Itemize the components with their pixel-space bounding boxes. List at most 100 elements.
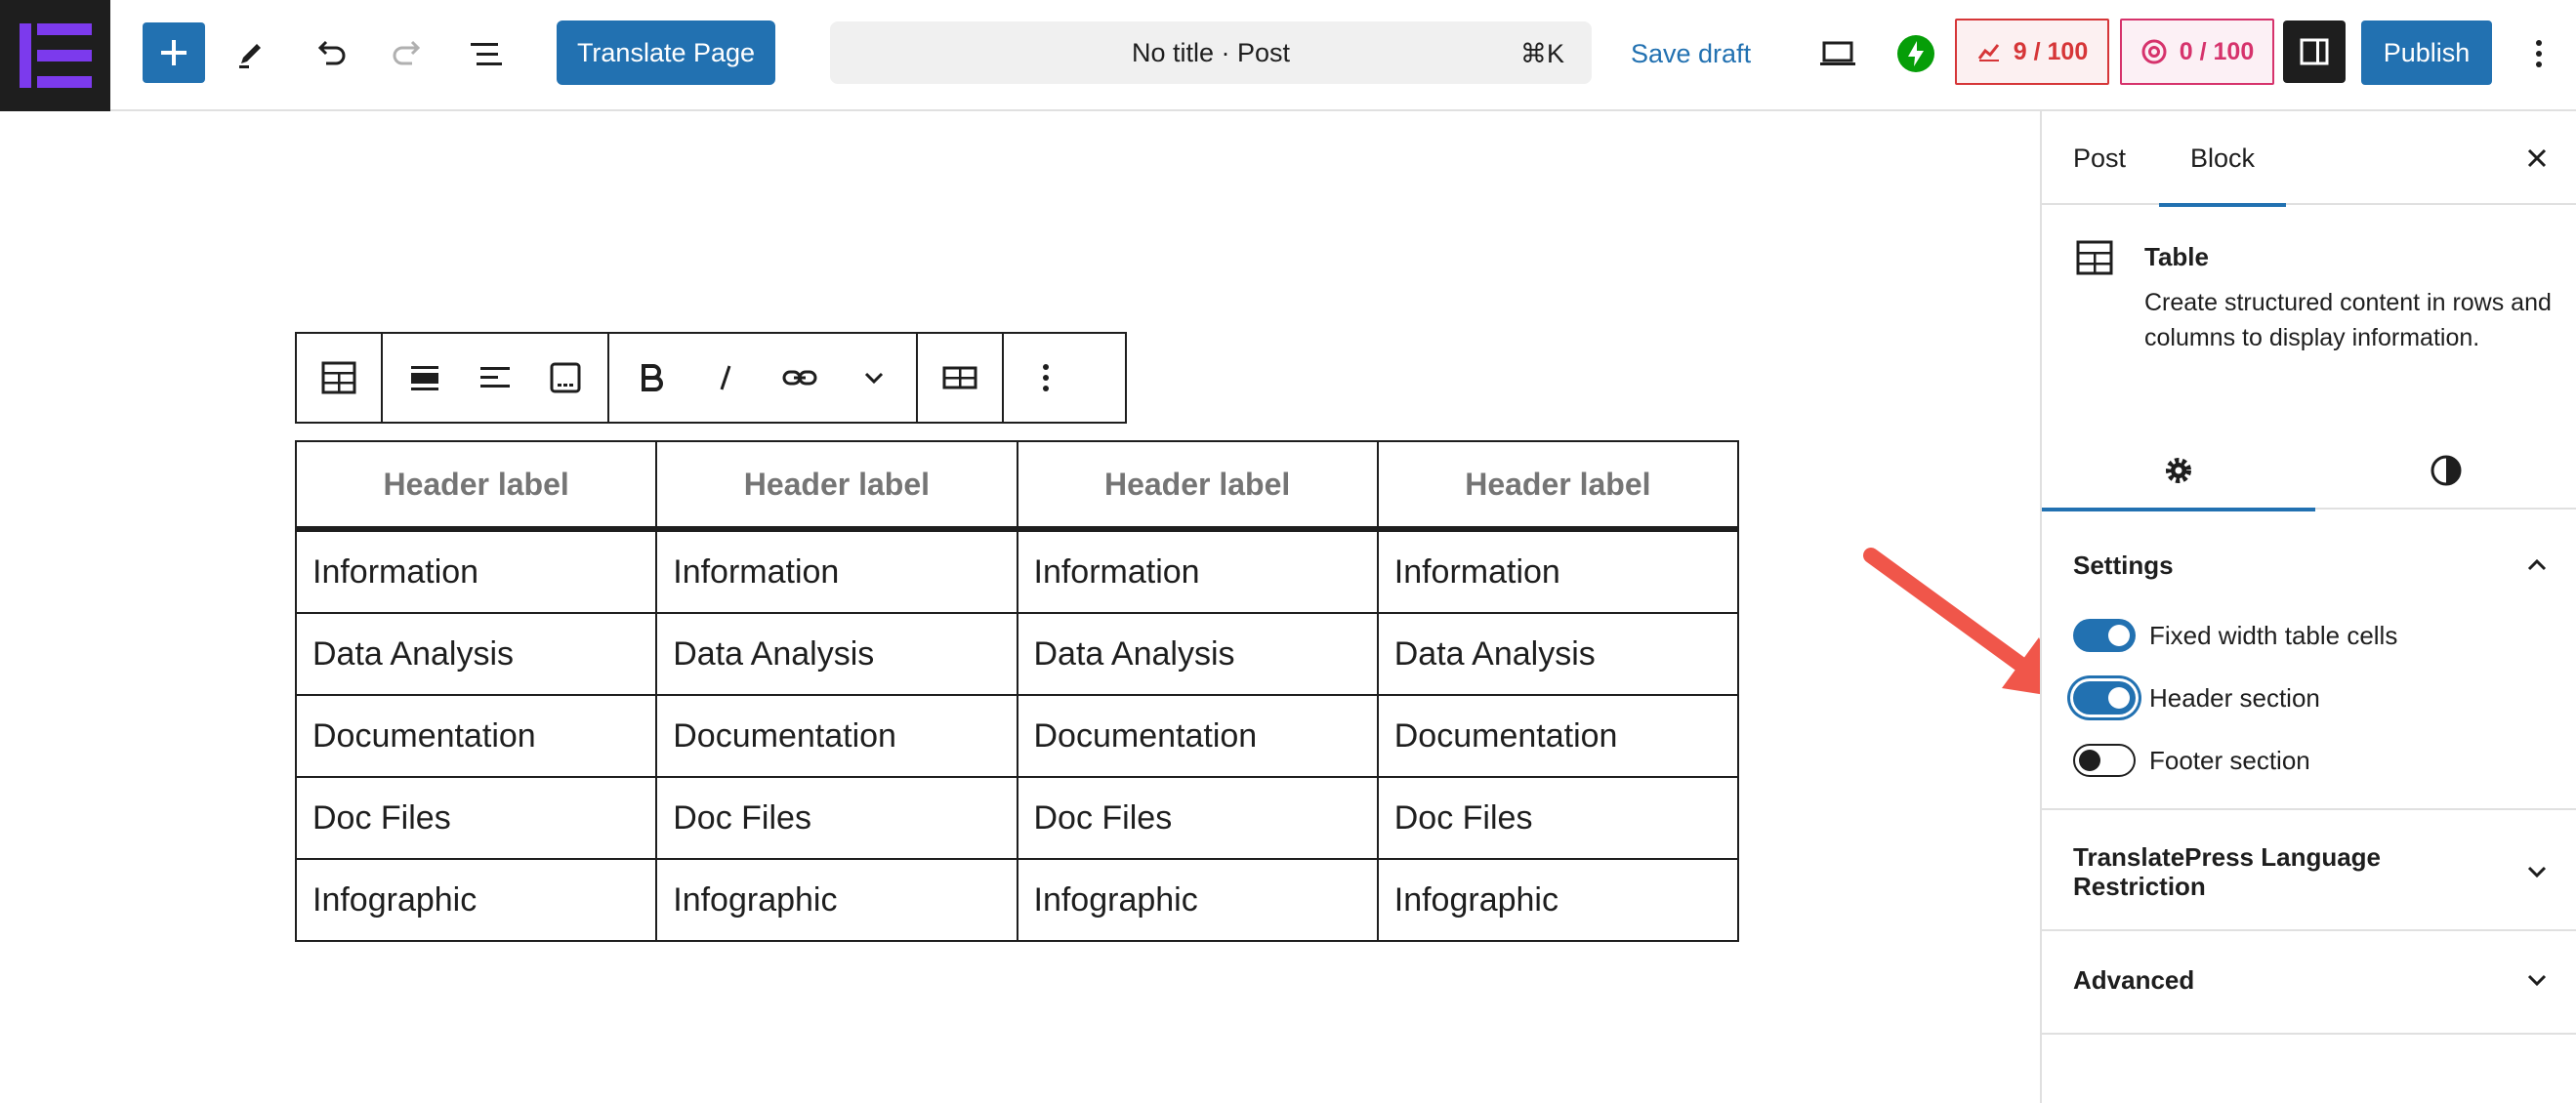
advanced-panel-header[interactable]: Advanced [2042,953,2576,1007]
seo-score-badge[interactable]: 9 / 100 [1955,19,2109,85]
header-section-toggle[interactable] [2073,681,2136,715]
table-cell[interactable]: Documentation [655,694,1018,778]
table-row: Data Analysis Data Analysis Data Analysi… [294,612,1740,696]
table-cell[interactable]: Documentation [1376,694,1740,778]
table-cell[interactable]: Data Analysis [294,612,658,696]
chevron-down-icon [2527,974,2547,987]
table-cell[interactable]: Information [1376,528,1740,614]
command-palette-bar[interactable]: No title · Post ⌘K [830,21,1592,84]
table-cell[interactable]: Infographic [655,858,1018,942]
sidebar-tabs: Post Block [2042,111,2576,207]
redo-button[interactable] [381,26,436,81]
table-cell[interactable]: Doc Files [1016,776,1379,860]
document-overview-button[interactable] [459,26,514,81]
table-cell[interactable]: Infographic [294,858,658,942]
contrast-icon [2431,455,2461,486]
table-cell[interactable]: Data Analysis [1016,612,1379,696]
block-options-button[interactable] [1021,353,1070,402]
close-icon [2527,148,2547,168]
settings-sidebar-toggle[interactable] [2283,20,2346,83]
save-draft-button[interactable]: Save draft [1631,29,1751,78]
table-row: Infographic Infographic Infographic Info… [294,858,1740,942]
options-menu-button[interactable] [2512,26,2566,81]
align-center-button[interactable] [400,353,449,402]
table-cell[interactable]: Information [655,528,1018,614]
tab-post[interactable]: Post [2073,111,2126,205]
link-button[interactable] [775,353,824,402]
table-cell[interactable]: Information [1016,528,1379,614]
options-group [1004,334,1088,422]
align-text-button[interactable] [471,353,519,402]
elementor-logo-icon [19,23,92,88]
italic-button[interactable] [701,353,750,402]
caption-button[interactable] [541,353,590,402]
table-cell[interactable]: Doc Files [655,776,1018,860]
plus-icon [161,40,187,65]
header-cell[interactable]: Header label [1376,440,1740,532]
block-inspector-tabs [2042,431,2576,511]
panel-divider [2042,929,2576,931]
list-view-icon [471,43,502,65]
jetpack-button[interactable] [1889,26,1943,81]
header-cell[interactable]: Header label [1016,440,1379,532]
document-title: No title · Post [1131,37,1291,67]
tab-block[interactable]: Block [2159,111,2287,207]
table-row: Documentation Documentation Documentatio… [294,694,1740,778]
caption-icon [550,362,581,393]
readability-at-icon [2141,39,2167,64]
table-cell[interactable]: Data Analysis [1376,612,1740,696]
fixed-width-label: Fixed width table cells [2149,620,2398,650]
table-cell[interactable]: Information [294,528,658,614]
publish-button[interactable]: Publish [2361,20,2492,85]
fixed-width-toggle[interactable] [2073,619,2136,652]
align-center-icon [411,366,438,390]
edit-table-group [918,334,1004,422]
undo-button[interactable] [303,26,357,81]
translate-page-button[interactable]: Translate Page [557,20,775,85]
sidebar-icon [2300,38,2329,65]
header-cell[interactable]: Header label [655,440,1018,532]
table-body: Information Information Information Info… [294,528,1740,942]
bold-button[interactable] [627,353,676,402]
table-row: Doc Files Doc Files Doc Files Doc Files [294,776,1740,860]
table-block-icon [2076,240,2113,275]
preview-button[interactable] [1810,26,1865,81]
add-block-button[interactable] [143,22,205,83]
header-section-label: Header section [2149,682,2320,713]
more-formats-button[interactable] [850,353,898,402]
tab-block-label: Block [2190,143,2256,173]
translatepress-panel-header[interactable]: TranslatePress Language Restriction [2042,839,2576,904]
site-logo[interactable] [0,0,110,111]
laptop-icon [1820,41,1855,65]
table-cell[interactable]: Infographic [1016,858,1379,942]
table-cell[interactable]: Doc Files [1376,776,1740,860]
close-sidebar-button[interactable] [2514,135,2560,182]
edit-table-button[interactable] [935,353,984,402]
table-header: Header label Header label Header label H… [294,440,1740,532]
table-cell[interactable]: Infographic [1376,858,1740,942]
tab-settings[interactable] [2042,431,2315,511]
table-cell[interactable]: Doc Files [294,776,658,860]
chevron-down-icon [2527,866,2547,878]
table-cell[interactable]: Data Analysis [655,612,1018,696]
translatepress-panel-title: TranslatePress Language Restriction [2073,842,2382,901]
panel-divider [2042,808,2576,810]
table-cell[interactable]: Documentation [294,694,658,778]
align-left-icon [480,367,510,388]
edit-table-icon [942,366,977,389]
readability-score-badge[interactable]: 0 / 100 [2120,19,2274,85]
block-type-button[interactable] [314,353,363,402]
readability-score-value: 0 / 100 [2179,37,2255,65]
block-card-description: Create structured content in rows and co… [2144,289,2552,351]
table-block[interactable]: Header label Header label Header label H… [294,440,1740,942]
footer-section-toggle[interactable] [2073,744,2136,777]
tools-button[interactable] [224,26,278,81]
block-toolbar [295,332,1127,424]
tab-styles[interactable] [2315,431,2576,510]
header-cell[interactable]: Header label [294,440,658,532]
footer-section-toggle-row: Footer section [2073,744,2310,777]
settings-panel-header[interactable]: Settings [2042,541,2576,590]
table-cell[interactable]: Documentation [1016,694,1379,778]
seo-chart-icon [1977,44,1999,61]
vertical-ellipsis-icon [2536,40,2542,67]
